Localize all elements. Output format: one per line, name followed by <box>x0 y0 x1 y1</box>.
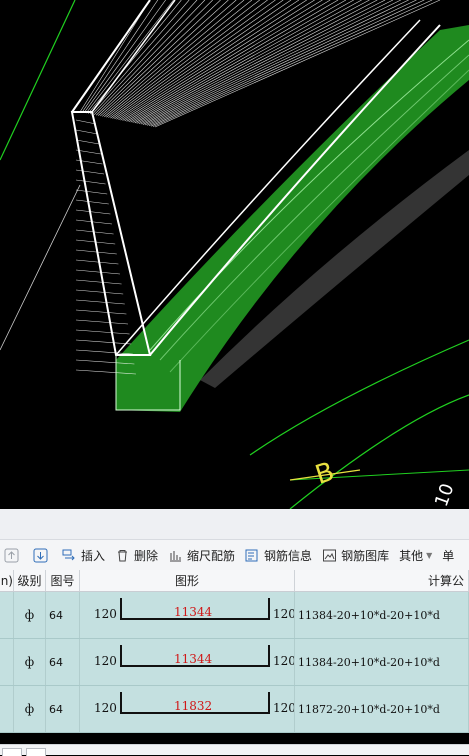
header-col-0: n) <box>0 570 14 591</box>
shape-left-hook: 120 <box>94 654 117 668</box>
formula-cell[interactable]: 11384-20+10*d-20+10*d <box>295 639 469 685</box>
table-header: n) 级别 图号 图形 计算公 <box>0 570 469 592</box>
stirrup-line <box>140 0 386 125</box>
rebar-toolbar: 插入 删除 缩尺配筋 钢筋信息 钢筋图库 其他 ▼ 单 <box>0 540 469 571</box>
shape-right-hook: 120 <box>273 654 295 668</box>
arrow-up-icon <box>4 548 19 563</box>
stirrup-line <box>128 0 339 122</box>
stirrup-tick <box>75 259 119 265</box>
stirrup-line <box>126 0 331 122</box>
stirrup-tick <box>75 199 109 205</box>
insert-button[interactable]: 插入 <box>58 543 109 567</box>
bottom-bar <box>0 744 469 756</box>
page-tab-2[interactable] <box>26 748 46 756</box>
page-tab-1[interactable] <box>2 748 22 756</box>
stirrup-tick <box>75 189 108 195</box>
stirrup-line <box>134 0 362 124</box>
single-label: 单 <box>442 548 455 563</box>
rebar-info-button[interactable]: 钢筋信息 <box>241 543 316 567</box>
shape-cell[interactable]: 120 11832 120 <box>80 686 295 732</box>
shape-right-hook: 120 <box>273 607 295 621</box>
header-grade: 级别 <box>14 570 46 591</box>
delete-label: 删除 <box>134 548 159 563</box>
table-row[interactable]: ф 64 120 11832 120 11872-20+10*d-20+10*d <box>0 686 469 733</box>
stirrup-line <box>83 0 166 113</box>
move-up-button[interactable] <box>0 543 27 567</box>
figure-no-cell[interactable]: 64 <box>46 592 80 638</box>
dimension-label: 10 <box>431 481 459 509</box>
shape-length: 11832 <box>174 699 213 713</box>
cad-3d-viewport[interactable]: B 10 <box>0 0 469 509</box>
shape-left-hook: 120 <box>94 607 117 621</box>
scale-rebar-button[interactable]: 缩尺配筋 <box>164 543 239 567</box>
rebar-library-label: 钢筋图库 <box>341 548 390 563</box>
stirrup-tick <box>75 219 113 225</box>
stirrup-tick <box>75 309 127 315</box>
rebar-table: n) 级别 图号 图形 计算公 ф 64 120 11344 120 11384… <box>0 570 469 733</box>
shape-length: 11344 <box>174 652 213 666</box>
stirrup-tick <box>75 339 132 345</box>
stirrup-tick <box>75 139 100 145</box>
header-figure-no: 图号 <box>46 570 80 591</box>
stirrup-line <box>87 0 182 114</box>
stirrup-tick <box>75 169 105 175</box>
shape-right-hook: 120 <box>273 701 295 715</box>
image-library-icon <box>322 548 337 563</box>
figure-no-cell[interactable]: 64 <box>46 639 80 685</box>
shape-cell[interactable]: 120 11344 120 <box>80 592 295 638</box>
header-formula: 计算公 <box>295 570 469 591</box>
stirrup-tick <box>75 329 130 335</box>
single-button[interactable]: 单 <box>438 543 458 567</box>
formula-cell[interactable]: 11384-20+10*d-20+10*d <box>295 592 469 638</box>
table-row[interactable]: ф 64 120 11344 120 11384-20+10*d-20+10*d <box>0 639 469 686</box>
insert-label: 插入 <box>81 548 106 563</box>
header-shape: 图形 <box>80 570 295 591</box>
other-menu[interactable]: 其他 ▼ <box>395 543 436 567</box>
stirrup-tick <box>75 319 129 325</box>
arrow-down-icon <box>33 548 48 563</box>
rebar-library-button[interactable]: 钢筋图库 <box>318 543 393 567</box>
shape-cell[interactable]: 120 11344 120 <box>80 639 295 685</box>
stirrup-line <box>136 0 370 124</box>
shape-left-hook: 120 <box>94 701 117 715</box>
trash-icon <box>115 548 130 563</box>
info-list-icon <box>245 548 260 563</box>
stirrup-line <box>130 0 347 123</box>
formula-cell[interactable]: 11872-20+10*d-20+10*d <box>295 686 469 732</box>
scale-rebar-label: 缩尺配筋 <box>187 548 236 563</box>
stirrup-line <box>98 0 221 116</box>
stirrup-tick <box>75 289 124 295</box>
stirrup-tick <box>75 269 121 275</box>
other-label: 其他 <box>399 548 424 563</box>
delete-button[interactable]: 删除 <box>111 543 162 567</box>
stirrup-tick <box>75 299 125 305</box>
stirrup-tick <box>75 279 122 285</box>
stirrup-line <box>142 0 394 125</box>
stirrup-line <box>110 0 268 119</box>
stirrup-tick <box>75 119 97 125</box>
axis-label-b: B <box>312 457 338 491</box>
panel-divider <box>0 509 469 540</box>
rebar-info-label: 钢筋信息 <box>264 548 313 563</box>
stirrup-tick <box>75 209 111 215</box>
stirrup-line <box>138 0 378 125</box>
rebar-3d-drawing: B 10 <box>0 0 469 509</box>
grade-cell[interactable]: ф <box>14 592 46 638</box>
grade-cell[interactable]: ф <box>14 686 46 732</box>
stirrup-line <box>120 0 307 121</box>
figure-no-cell[interactable]: 64 <box>46 686 80 732</box>
bar-chart-icon <box>168 548 183 563</box>
shape-length: 11344 <box>174 605 213 619</box>
table-row[interactable]: ф 64 120 11344 120 11384-20+10*d-20+10*d <box>0 592 469 639</box>
insert-icon <box>62 548 77 563</box>
move-down-button[interactable] <box>29 543 56 567</box>
grade-cell[interactable]: ф <box>14 639 46 685</box>
stirrup-tick <box>75 179 106 185</box>
caret-down-icon: ▼ <box>426 550 433 560</box>
stirrup-tick <box>75 129 98 135</box>
